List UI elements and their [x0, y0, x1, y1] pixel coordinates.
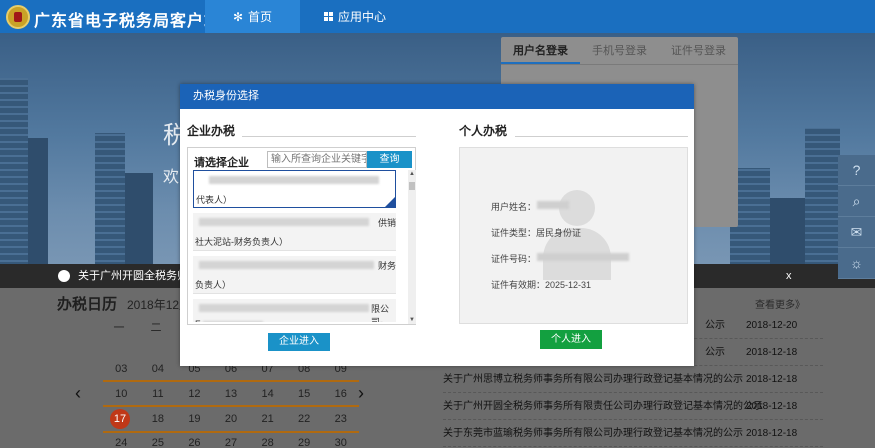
scroll-up-icon[interactable]: ▲: [408, 170, 416, 178]
calendar-day[interactable]: 26: [176, 434, 213, 448]
identity-select-modal: 办税身份选择 企业办税 请选择企业 查询 代表人） 供销 社大泥站-财务负责人）…: [180, 84, 694, 366]
calendar-weekday: 二: [150, 322, 162, 334]
compass-icon: ✻: [232, 9, 244, 24]
calendar-day[interactable]: 20: [213, 410, 250, 428]
calendar-day[interactable]: 04: [140, 360, 177, 378]
news-item[interactable]: 关于广州开圆全税务师事务所有限责任公司办理行政登记基本情况的公示 2018-12…: [443, 394, 823, 420]
scroll-thumb[interactable]: [409, 182, 415, 190]
calendar-day[interactable]: 29: [286, 434, 323, 448]
nav-app-center-label: 应用中心: [337, 10, 386, 24]
modal-title: 办税身份选择: [180, 84, 694, 109]
calendar-day[interactable]: 14: [249, 385, 286, 403]
id-type-label: 证件类型：居民身份证: [491, 228, 582, 238]
news-more-link[interactable]: 查看更多》: [755, 296, 805, 311]
user-name-value: [537, 201, 569, 209]
tab-phone-login[interactable]: 手机号登录: [580, 37, 659, 64]
enterprise-enter-button[interactable]: 企业进入: [268, 333, 330, 351]
scroll-down-icon[interactable]: ▼: [408, 316, 416, 324]
user-name-label: 用户姓名：: [491, 202, 537, 212]
enterprise-select-label: 请选择企业: [194, 157, 249, 169]
login-tabs: 用户名登录 手机号登录 证件号登录: [501, 37, 738, 65]
calendar-week-row: 18 19 20 21 22 23: [103, 410, 359, 428]
weibo-icon[interactable]: ☼: [838, 248, 875, 279]
calendar-divider: [103, 380, 359, 382]
calendar-day[interactable]: 15: [286, 385, 323, 403]
calendar-day[interactable]: 22: [286, 410, 323, 428]
calendar-weekday: 一: [113, 322, 125, 334]
tab-username-login[interactable]: 用户名登录: [501, 37, 580, 64]
chat-icon[interactable]: ✉: [838, 217, 875, 248]
calendar-day[interactable]: 16: [322, 385, 359, 403]
calendar-day[interactable]: 03: [103, 360, 140, 378]
enterprise-search-input[interactable]: [267, 151, 367, 168]
news-item[interactable]: 关于广州思博立税务师事务所有限公司办理行政登记基本情况的公示 2018-12-1…: [443, 367, 823, 393]
top-header: 广东省电子税务局客户端 ✻ 首页 应用中心: [0, 0, 875, 33]
nav-home[interactable]: ✻ 首页: [205, 0, 300, 33]
grid-icon: [323, 12, 333, 21]
enterprise-list-item[interactable]: 财务 负责人）: [193, 256, 396, 294]
calendar-day[interactable]: 24: [103, 434, 140, 448]
calendar-week-row: 10 11 12 13 14 15 16: [103, 385, 359, 403]
id-number-value: [537, 253, 629, 261]
calendar-day[interactable]: 27: [213, 434, 250, 448]
enterprise-list-item[interactable]: 限公司- F: [193, 299, 396, 322]
news-item[interactable]: 关于东莞市蓝瑜税务师事务所有限公司办理行政登记基本情况的公示 2018-12-1…: [443, 421, 823, 447]
calendar-day[interactable]: 12: [176, 385, 213, 403]
calendar-divider: [103, 431, 359, 433]
calendar-day[interactable]: 30: [322, 434, 359, 448]
enterprise-list-scrollbar[interactable]: ▲ ▼: [408, 170, 416, 324]
tax-emblem-icon: [6, 5, 30, 29]
calendar-day[interactable]: 18: [140, 410, 177, 428]
calendar-next-icon[interactable]: ›: [358, 383, 364, 404]
calendar-title: 办税日历: [57, 296, 118, 313]
calendar-day[interactable]: 23: [322, 410, 359, 428]
enterprise-panel: 请选择企业 查询 代表人） 供销 社大泥站-财务负责人） 财务 负责人） 限公司…: [187, 147, 416, 325]
tab-id-login[interactable]: 证件号登录: [659, 37, 738, 64]
calendar-day[interactable]: 11: [140, 385, 177, 403]
calendar-week-row: 24 25 26 27 28 29 30: [103, 434, 359, 448]
enterprise-list-item[interactable]: 代表人）: [193, 170, 396, 208]
calendar-day[interactable]: 25: [140, 434, 177, 448]
section-divider: [242, 136, 416, 137]
nav-home-label: 首页: [248, 10, 273, 24]
calendar-day[interactable]: 21: [249, 410, 286, 428]
calendar-day[interactable]: 28: [249, 434, 286, 448]
banner-subline: 欢: [163, 169, 180, 186]
clock-icon: [58, 270, 70, 282]
calendar-day[interactable]: 13: [213, 385, 250, 403]
personal-enter-button[interactable]: 个人进入: [540, 330, 602, 349]
help-icon[interactable]: ?: [838, 155, 875, 186]
enterprise-list-item[interactable]: 供销 社大泥站-财务负责人）: [193, 213, 396, 251]
calendar-day[interactable]: 19: [176, 410, 213, 428]
enterprise-list: 代表人） 供销 社大泥站-财务负责人） 财务 负责人） 限公司- F: [193, 170, 405, 322]
app-title: 广东省电子税务局客户端: [34, 13, 222, 30]
enterprise-section-title: 企业办税: [187, 124, 236, 138]
nav-app-center[interactable]: 应用中心: [305, 0, 405, 33]
calendar-today[interactable]: 17: [110, 409, 130, 429]
section-divider: [515, 136, 688, 137]
notice-close-button[interactable]: x: [786, 264, 792, 288]
enterprise-query-button[interactable]: 查询: [367, 151, 412, 168]
search-icon[interactable]: ⌕: [838, 186, 875, 217]
calendar-day[interactable]: 10: [103, 385, 140, 403]
calendar-prev-icon[interactable]: ‹: [75, 383, 81, 404]
personal-panel: 用户姓名： 证件类型：居民身份证 证件号码： 证件有效期：2025-12-31: [459, 147, 688, 324]
id-expiry-label: 证件有效期：2025-12-31: [491, 280, 592, 290]
personal-section-title: 个人办税: [459, 124, 508, 138]
calendar-divider: [103, 405, 359, 407]
id-number-label: 证件号码：: [491, 254, 537, 264]
